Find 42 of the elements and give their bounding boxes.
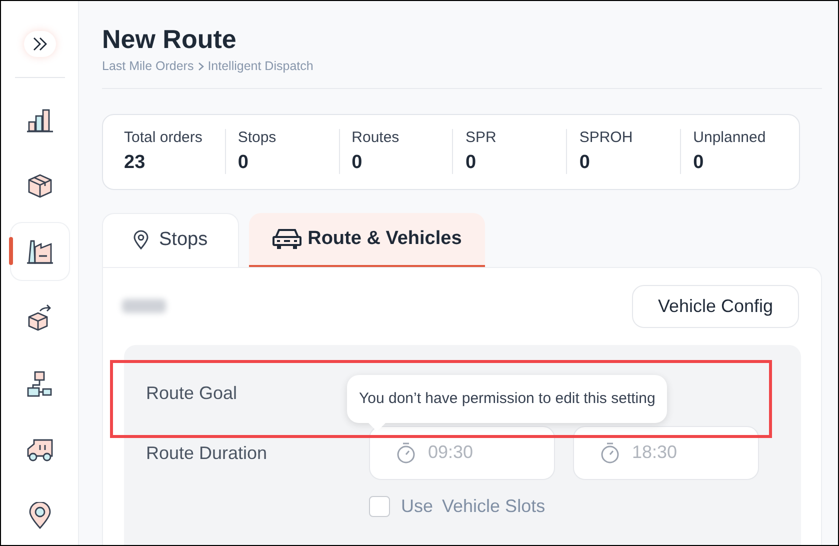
box-icon [26, 172, 52, 198]
stopwatch-icon [396, 442, 416, 464]
chevron-right-icon [198, 62, 204, 71]
stopwatch-icon [600, 442, 620, 464]
map-pin-icon [28, 502, 52, 530]
stat-value: 0 [693, 152, 705, 174]
expand-button[interactable] [24, 31, 56, 57]
end-time-field[interactable]: 18:30 [573, 426, 759, 480]
stat-label: Total orders [124, 129, 204, 148]
checkbox-label: Use [401, 494, 434, 518]
car-icon [272, 226, 302, 251]
start-time-field[interactable]: 09:30 [369, 426, 555, 480]
stat-value: 0 [465, 152, 478, 174]
stat-value: 0 [352, 152, 364, 174]
tab[interactable]: Stops [102, 212, 239, 267]
bar-chart-icon [26, 106, 54, 132]
stat-label: Stops [238, 129, 278, 148]
breadcrumb-link[interactable]: Last Mile Orders [102, 57, 194, 76]
stat-value: 0 [579, 152, 591, 174]
route-goal-label: Route Goal [146, 382, 238, 405]
hierarchy-icon [26, 370, 54, 398]
double-chevron-icon [32, 37, 48, 51]
vehicle-slots-link[interactable]: Vehicle Slots [442, 492, 546, 520]
stat-value: 0 [238, 152, 250, 174]
sidebar-item[interactable] [10, 222, 70, 281]
stat-label: Unplanned [693, 129, 767, 148]
map-pin-icon [133, 230, 149, 250]
blurred-label [122, 299, 166, 314]
page-title: New Route [102, 23, 238, 55]
tab[interactable]: Route & Vehicles [248, 212, 485, 267]
stat-label: SPR [465, 129, 498, 148]
stat-value: 23 [124, 152, 146, 174]
stat-label: Routes [352, 129, 400, 148]
box-arrow-icon [26, 304, 52, 332]
stat-label: SPROH [579, 129, 634, 148]
breadcrumb-link[interactable]: Intelligent Dispatch [208, 57, 314, 76]
checkbox[interactable] [369, 496, 390, 517]
active-indicator [8, 237, 12, 265]
route-duration-label: Route Duration [146, 442, 268, 465]
vehicle-config-button[interactable]: Vehicle Config [632, 284, 799, 328]
factory-icon [26, 238, 54, 266]
truck-icon [24, 436, 54, 462]
